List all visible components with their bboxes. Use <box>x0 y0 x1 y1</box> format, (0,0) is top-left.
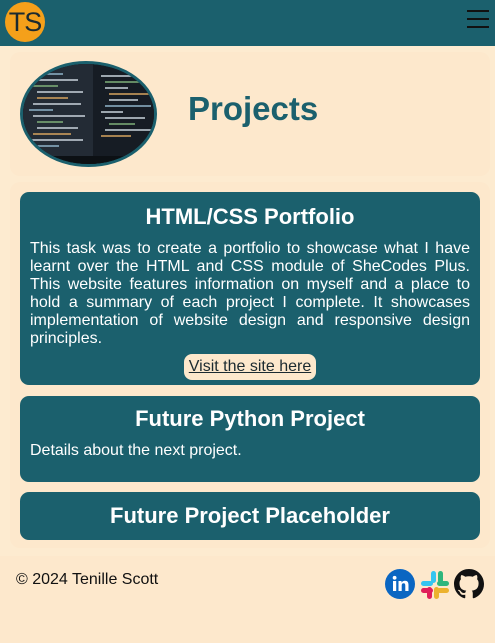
navbar: TS <box>0 0 495 46</box>
hero-section: Projects <box>10 52 490 176</box>
project-title: HTML/CSS Portfolio <box>145 204 355 229</box>
project-card-portfolio: HTML/CSS Portfolio This task was to crea… <box>20 192 480 385</box>
project-card-python: Future Python Project Details about the … <box>20 396 480 482</box>
project-title: Future Python Project <box>135 406 365 431</box>
github-icon[interactable] <box>454 569 484 599</box>
project-title: Future Project Placeholder <box>110 503 390 528</box>
projects-section: HTML/CSS Portfolio This task was to crea… <box>10 182 490 548</box>
hamburger-icon[interactable] <box>467 10 491 30</box>
page-title: Projects <box>188 90 319 127</box>
copyright-text: © 2024 Tenille Scott <box>16 571 159 588</box>
slack-icon[interactable] <box>419 569 451 601</box>
project-card-placeholder: Future Project Placeholder <box>20 492 480 540</box>
hero-image <box>20 61 157 167</box>
project-description: Details about the next project. <box>30 442 242 459</box>
footer: © 2024 Tenille Scott <box>0 556 495 643</box>
linkedin-icon[interactable] <box>385 569 415 599</box>
project-description: This task was to create a portfolio to s… <box>30 240 470 347</box>
logo[interactable]: TS <box>5 2 45 42</box>
visit-site-link[interactable]: Visit the site here <box>184 354 316 380</box>
